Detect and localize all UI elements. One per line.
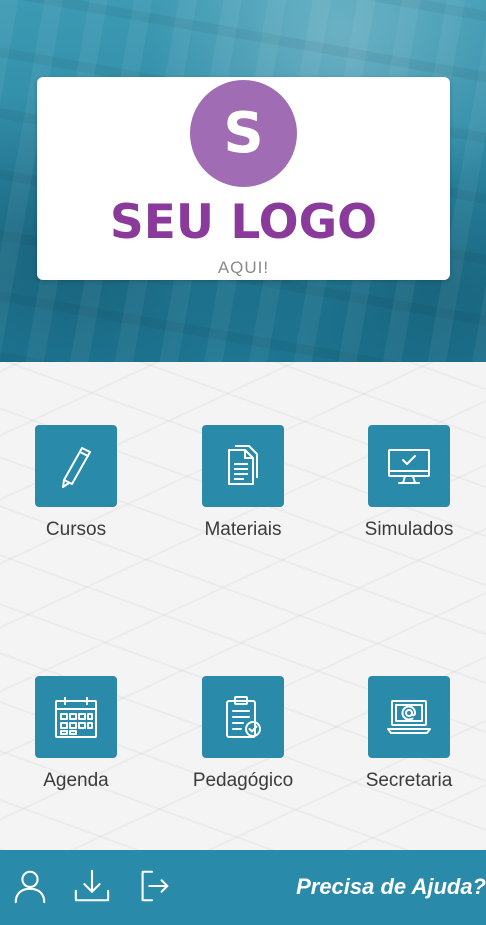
pedagogico-button[interactable]	[202, 676, 284, 758]
header-banner: S SEU LOGO AQUI!	[0, 0, 486, 362]
menu-grid: Cursos Materiais Simulados Agenda Pedagó…	[0, 362, 486, 850]
secretaria-button[interactable]	[368, 676, 450, 758]
menu-item-label: Secretaria	[365, 770, 453, 791]
monitor-check-icon	[388, 449, 430, 484]
menu-item-materiais[interactable]: Materiais	[173, 425, 313, 541]
menu-item-pedagogico[interactable]: Pedagógico	[173, 676, 313, 792]
documents-icon	[228, 445, 258, 485]
menu-item-simulados[interactable]: Simulados	[339, 425, 479, 541]
menu-item-label: Pedagógico	[192, 770, 294, 791]
menu-item-label: Cursos	[45, 519, 107, 540]
menu-item-label: Simulados	[364, 519, 454, 540]
logout-button[interactable]	[134, 866, 174, 906]
logo-subtitle: AQUI!	[217, 258, 270, 277]
calendar-icon	[55, 697, 97, 738]
profile-button[interactable]	[10, 866, 50, 906]
logo-title: SEU LOGO	[109, 195, 378, 250]
menu-item-cursos[interactable]: Cursos	[6, 425, 146, 541]
cursos-button[interactable]	[35, 425, 117, 507]
agenda-button[interactable]	[35, 676, 117, 758]
help-link[interactable]: Precisa de Ajuda?	[296, 874, 486, 900]
logo-letter: S	[223, 101, 264, 166]
download-icon	[74, 869, 110, 902]
bottom-bar: Precisa de Ajuda?	[0, 850, 486, 925]
menu-item-secretaria[interactable]: Secretaria	[339, 676, 479, 792]
logout-icon	[141, 870, 169, 902]
download-button[interactable]	[72, 866, 112, 906]
menu-item-label: Agenda	[43, 770, 109, 791]
laptop-email-icon	[387, 700, 431, 734]
clipboard-check-icon	[226, 696, 261, 738]
menu-item-agenda[interactable]: Agenda	[6, 676, 146, 792]
pencil-icon	[62, 447, 91, 488]
logo-card: S SEU LOGO AQUI!	[37, 77, 450, 280]
menu-item-label: Materiais	[204, 519, 282, 540]
simulados-button[interactable]	[368, 425, 450, 507]
materiais-button[interactable]	[202, 425, 284, 507]
logo-circle: S	[190, 80, 297, 187]
user-icon	[14, 870, 46, 904]
